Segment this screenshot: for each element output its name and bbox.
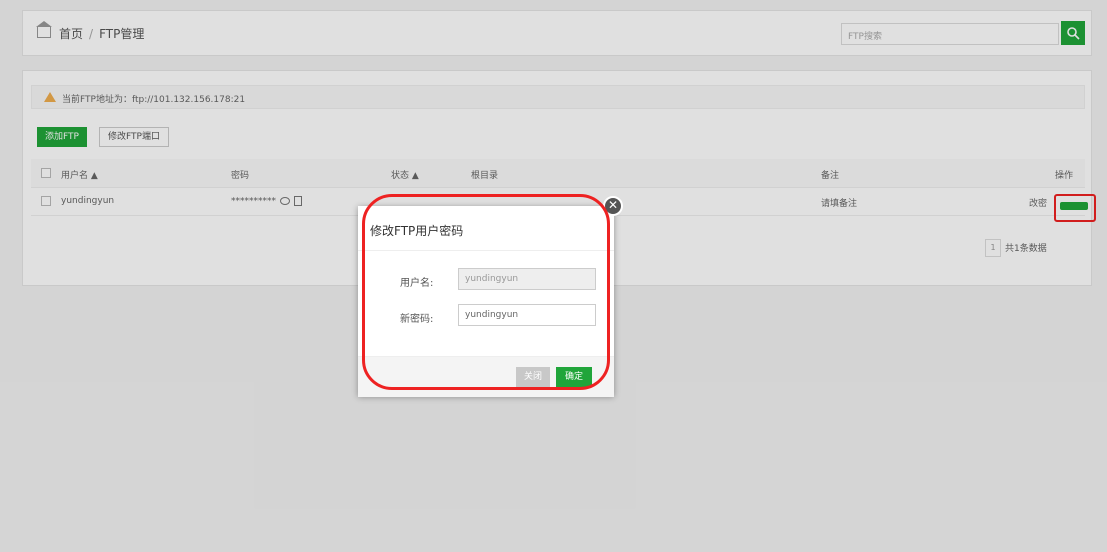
highlight-oval: [362, 194, 610, 390]
